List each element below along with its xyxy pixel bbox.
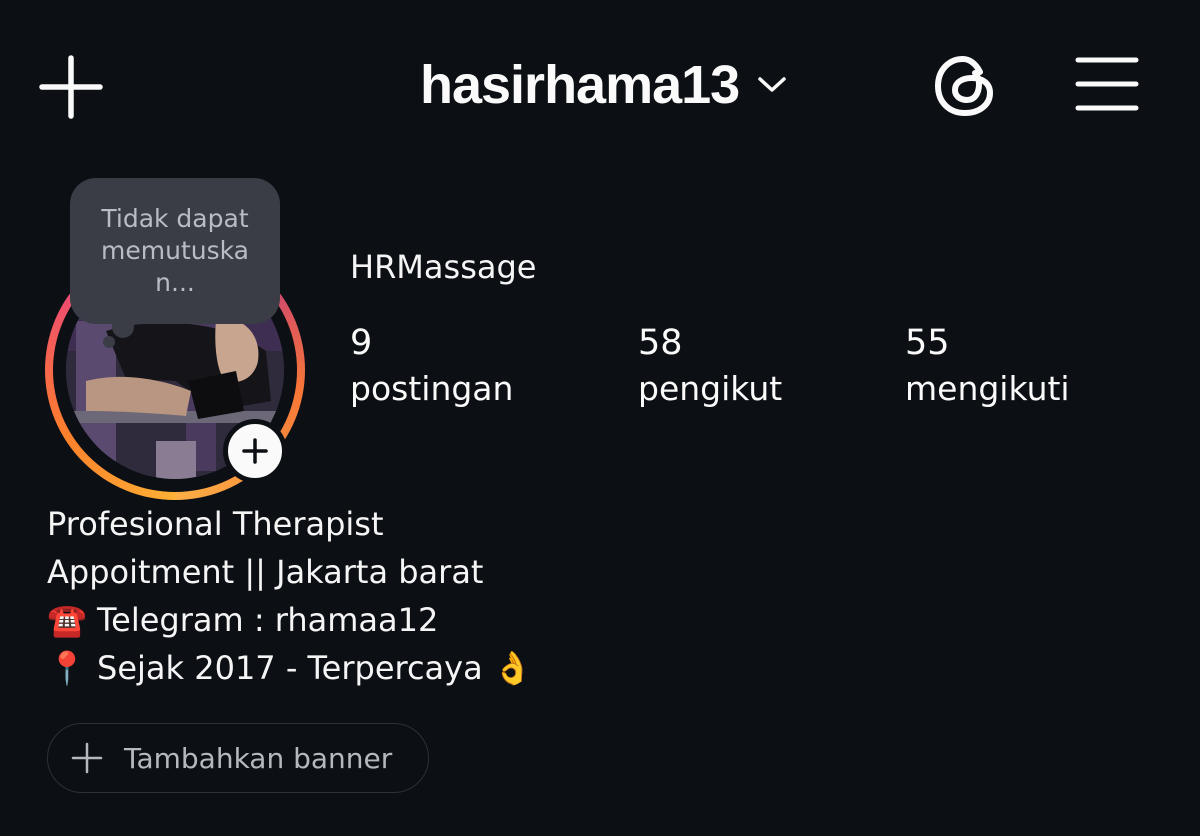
username: hasirhama13	[420, 55, 740, 115]
note-bubble-tail-dot	[103, 336, 115, 348]
stat-posts-label: postingan	[350, 369, 514, 408]
bio-line: Appoitment || Jakarta barat	[47, 553, 484, 591]
add-banner-button[interactable]: Tambahkan banner	[47, 723, 429, 793]
stat-followers[interactable]: 58 pengikut	[638, 320, 782, 412]
bio: Profesional Therapist Appoitment || Jaka…	[47, 500, 533, 692]
bio-line: ☎️ Telegram : rhamaa12	[47, 601, 439, 639]
threads-button[interactable]	[930, 50, 1002, 122]
add-banner-label: Tambahkan banner	[124, 741, 393, 775]
account-switcher[interactable]: hasirhama13	[420, 52, 787, 118]
stat-followers-label: pengikut	[638, 369, 783, 408]
menu-button[interactable]	[1072, 54, 1142, 118]
stat-followers-count: 58	[638, 323, 683, 363]
add-story-button[interactable]	[223, 419, 287, 483]
bio-line: 📍 Sejak 2017 - Terpercaya 👌	[47, 649, 533, 687]
note-text: Tidak dapat memutuskan...	[101, 204, 249, 297]
stat-following-count: 55	[905, 323, 950, 363]
hamburger-menu-icon	[1075, 57, 1139, 111]
bio-line: Profesional Therapist	[47, 505, 384, 543]
plus-icon	[242, 438, 268, 464]
threads-icon	[935, 56, 993, 116]
stat-posts-count: 9	[350, 323, 373, 363]
stat-posts[interactable]: 9 postingan	[350, 320, 513, 412]
plus-icon	[39, 55, 103, 119]
display-name: HRMassage	[350, 248, 537, 286]
chevron-down-icon	[758, 77, 786, 92]
note-bubble-tail	[112, 316, 134, 338]
note-bubble[interactable]: Tidak dapat memutuskan...	[70, 178, 280, 324]
stat-following[interactable]: 55 mengikuti	[905, 320, 1070, 412]
stat-following-label: mengikuti	[905, 369, 1070, 408]
plus-icon	[71, 742, 103, 774]
create-button[interactable]	[36, 52, 106, 122]
